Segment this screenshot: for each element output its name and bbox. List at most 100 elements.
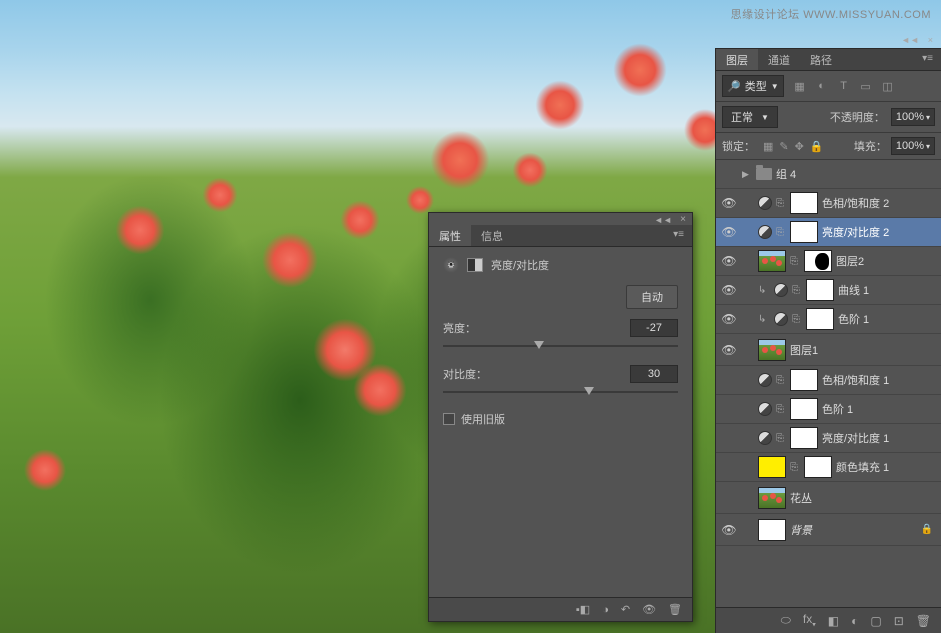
link-icon[interactable]: ⎘ <box>776 227 786 238</box>
layer-name[interactable]: 背景 <box>790 522 917 538</box>
new-adjustment-icon[interactable]: ◐ <box>851 614 858 628</box>
layer-row-fill[interactable]: 👁 ⎘ 颜色填充 1 <box>716 453 941 482</box>
mask-thumbnail[interactable] <box>806 279 834 301</box>
link-icon[interactable]: ⎘ <box>790 256 800 267</box>
visibility-toggle[interactable]: 👁 <box>720 167 738 181</box>
close-icon[interactable]: × <box>928 35 933 45</box>
close-icon[interactable]: × <box>680 214 686 225</box>
visibility-toggle[interactable]: 👁 <box>720 373 738 387</box>
layer-name[interactable]: 亮度/对比度 2 <box>822 224 937 240</box>
layer-name[interactable]: 花丛 <box>790 490 937 506</box>
layer-name[interactable]: 色相/饱和度 2 <box>822 195 937 211</box>
layer-thumbnail[interactable] <box>758 487 786 509</box>
mask-thumbnail[interactable] <box>804 456 832 478</box>
visibility-toggle[interactable]: 👁 <box>720 491 738 505</box>
lock-all-icon[interactable]: 🔒 <box>810 140 824 153</box>
filter-adjustment-icon[interactable]: ◐ <box>814 79 830 93</box>
layer-thumbnail[interactable] <box>758 519 786 541</box>
layer-row-adjustment[interactable]: 👁 ⎘ 亮度/对比度 2 <box>716 218 941 247</box>
layer-row-adjustment[interactable]: 👁 ⎘ 色相/饱和度 1 <box>716 366 941 395</box>
visibility-icon[interactable]: 👁 <box>642 603 656 616</box>
tab-layers[interactable]: 图层 <box>716 49 758 70</box>
mask-thumbnail[interactable] <box>804 250 832 272</box>
link-icon[interactable]: ⎘ <box>776 198 786 209</box>
mask-thumbnail[interactable] <box>790 398 818 420</box>
layer-name[interactable]: 图层2 <box>836 253 937 269</box>
legacy-checkbox-row[interactable]: 使用旧版 <box>443 411 678 427</box>
tab-properties[interactable]: 属性 <box>429 225 471 246</box>
tab-info[interactable]: 信息 <box>471 225 513 246</box>
layer-row-group[interactable]: 👁 ▶ 组 4 <box>716 160 941 189</box>
layer-row-image[interactable]: 👁 ⎘ 图层2 <box>716 247 941 276</box>
filter-pixel-icon[interactable]: ▦ <box>792 79 808 93</box>
filter-smart-icon[interactable]: ◫ <box>880 79 896 93</box>
auto-button[interactable]: 自动 <box>626 285 678 309</box>
tab-channels[interactable]: 通道 <box>758 49 800 70</box>
link-icon[interactable]: ⎘ <box>790 462 800 473</box>
clip-icon[interactable]: ▪◧ <box>576 603 590 616</box>
layer-thumbnail[interactable] <box>758 339 786 361</box>
visibility-toggle[interactable]: 👁 <box>720 402 738 416</box>
layer-name[interactable]: 图层1 <box>790 342 937 358</box>
link-icon[interactable]: ⎘ <box>776 404 786 415</box>
layer-thumbnail[interactable] <box>758 250 786 272</box>
layer-name[interactable]: 曲线 1 <box>838 282 937 298</box>
brightness-slider[interactable] <box>443 345 678 347</box>
layer-row-adjustment[interactable]: 👁 ⎘ 色阶 1 <box>716 395 941 424</box>
mask-thumbnail[interactable] <box>790 192 818 214</box>
brightness-thumb[interactable] <box>534 341 544 349</box>
mask-thumbnail[interactable] <box>806 308 834 330</box>
lock-pixels-icon[interactable]: ✎ <box>779 140 788 153</box>
brightness-value[interactable]: -27 <box>630 319 678 337</box>
layer-name[interactable]: 亮度/对比度 1 <box>822 430 937 446</box>
visibility-toggle[interactable]: 👁 <box>720 343 738 357</box>
lock-position-icon[interactable]: ✥ <box>795 140 804 153</box>
layer-row-adjustment[interactable]: 👁 ↳ ⎘ 曲线 1 <box>716 276 941 305</box>
link-icon[interactable]: ⎘ <box>792 285 802 296</box>
delete-layer-icon[interactable]: 🗑 <box>916 614 931 628</box>
new-group-icon[interactable]: ▢ <box>870 614 881 628</box>
view-previous-icon[interactable]: ◑ <box>602 604 609 616</box>
layer-row-adjustment[interactable]: 👁 ↳ ⎘ 色阶 1 <box>716 305 941 334</box>
filter-shape-icon[interactable]: ▭ <box>858 79 874 93</box>
panel-menu-icon[interactable]: ▾≡ <box>914 49 941 70</box>
link-icon[interactable]: ⎘ <box>776 375 786 386</box>
layer-effects-icon[interactable]: fx▾ <box>803 612 816 628</box>
layer-row-adjustment[interactable]: 👁 ⎘ 色相/饱和度 2 <box>716 189 941 218</box>
layer-name[interactable]: 色阶 1 <box>838 311 937 327</box>
visibility-toggle[interactable]: 👁 <box>720 225 738 239</box>
layer-name[interactable]: 色相/饱和度 1 <box>822 372 937 388</box>
visibility-toggle[interactable]: 👁 <box>720 254 738 268</box>
opacity-value[interactable]: 100%▾ <box>891 108 935 126</box>
contrast-slider[interactable] <box>443 391 678 393</box>
panel-menu-icon[interactable]: ▾≡ <box>665 225 692 246</box>
lock-transparency-icon[interactable]: ▦ <box>763 140 773 153</box>
visibility-toggle[interactable]: 👁 <box>720 431 738 445</box>
visibility-toggle[interactable]: 👁 <box>720 283 738 297</box>
collapse-icon[interactable]: ◄◄ <box>901 35 919 45</box>
mask-thumbnail[interactable] <box>790 427 818 449</box>
visibility-toggle[interactable]: 👁 <box>720 312 738 326</box>
layer-row-background[interactable]: 👁 背景 🔒 <box>716 514 941 546</box>
add-mask-icon[interactable]: ◧ <box>828 614 839 628</box>
fill-thumbnail[interactable] <box>758 456 786 478</box>
layer-name[interactable]: 色阶 1 <box>822 401 937 417</box>
visibility-toggle[interactable]: 👁 <box>720 196 738 210</box>
layer-row-adjustment[interactable]: 👁 ⎘ 亮度/对比度 1 <box>716 424 941 453</box>
expand-arrow-icon[interactable]: ▶ <box>742 169 752 180</box>
link-icon[interactable]: ⎘ <box>792 314 802 325</box>
layer-row-image[interactable]: 👁 图层1 <box>716 334 941 366</box>
layer-name[interactable]: 组 4 <box>776 166 937 182</box>
blend-mode-dropdown[interactable]: 正常▼ <box>722 106 778 128</box>
filter-type-dropdown[interactable]: 🔎类型▼ <box>722 75 784 97</box>
legacy-checkbox[interactable] <box>443 413 455 425</box>
link-layers-icon[interactable]: ⬭ <box>781 613 791 628</box>
reset-icon[interactable]: ↶ <box>621 603 630 616</box>
filter-type-icon[interactable]: T <box>836 79 852 93</box>
mask-thumbnail[interactable] <box>790 369 818 391</box>
tab-paths[interactable]: 路径 <box>800 49 842 70</box>
layer-name[interactable]: 颜色填充 1 <box>836 459 937 475</box>
link-icon[interactable]: ⎘ <box>776 433 786 444</box>
contrast-thumb[interactable] <box>584 387 594 395</box>
new-layer-icon[interactable]: ⊡ <box>894 614 904 628</box>
